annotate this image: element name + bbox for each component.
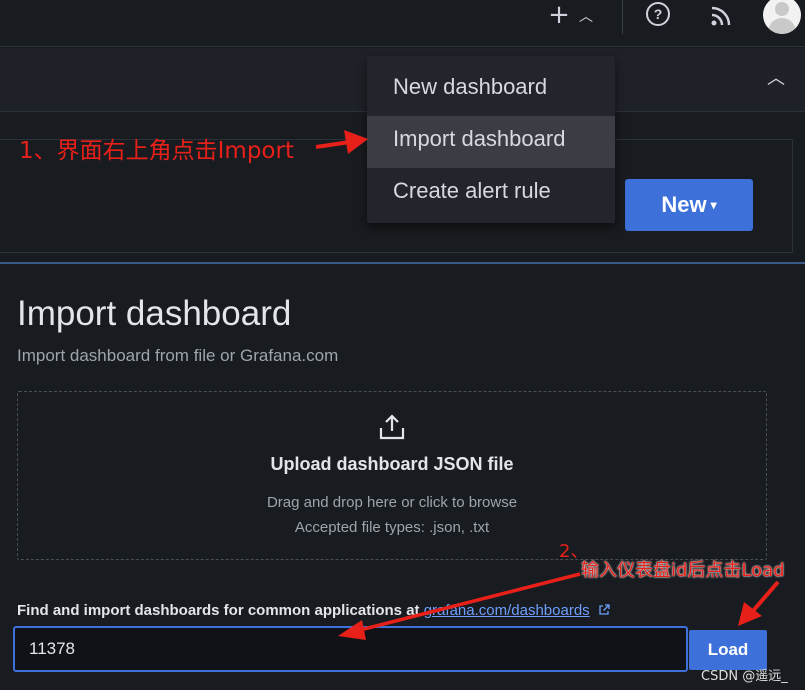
watermark: CSDN @遥远_ bbox=[701, 669, 788, 684]
chevron-down-icon: ▾ bbox=[710, 198, 717, 212]
dashboard-id-input[interactable] bbox=[13, 626, 688, 672]
grafana-dashboards-link[interactable]: grafana.com/dashboards bbox=[424, 602, 590, 619]
chevron-up-icon[interactable]: ︿ bbox=[579, 6, 593, 26]
divider bbox=[622, 0, 623, 34]
external-link-icon bbox=[599, 604, 610, 615]
plus-icon[interactable]: + bbox=[546, 2, 572, 28]
find-dashboards-label: Find and import dashboards for common ap… bbox=[17, 602, 610, 619]
annotation-step2-text: 输入仪表盘id后点击Load bbox=[581, 560, 785, 581]
annotation-step1: 1、界面右上角点击Import bbox=[19, 138, 294, 164]
arrow-to-load bbox=[738, 580, 780, 626]
rss-icon[interactable] bbox=[709, 4, 733, 28]
menu-item-import-dashboard[interactable]: Import dashboard bbox=[367, 116, 615, 168]
upload-icon bbox=[379, 414, 405, 440]
load-button[interactable]: Load bbox=[689, 630, 767, 670]
upload-file-types: Accepted file types: .json, .txt bbox=[294, 519, 490, 536]
collapse-chevron-icon[interactable]: ︿ bbox=[767, 64, 785, 90]
avatar-body bbox=[768, 18, 796, 34]
new-button[interactable]: New ▾ bbox=[625, 179, 753, 231]
find-label-text: Find and import dashboards for common ap… bbox=[17, 602, 420, 619]
new-dropdown-menu: New dashboard Import dashboard Create al… bbox=[367, 56, 615, 223]
new-button-label: New bbox=[661, 192, 707, 217]
help-icon[interactable]: ? bbox=[646, 2, 670, 26]
avatar[interactable] bbox=[763, 0, 801, 34]
content-divider bbox=[0, 262, 805, 264]
menu-item-new-dashboard[interactable]: New dashboard bbox=[367, 64, 615, 116]
menu-item-create-alert-rule[interactable]: Create alert rule bbox=[367, 168, 615, 220]
top-bar: + ︿ ? bbox=[0, 0, 805, 47]
upload-title: Upload dashboard JSON file bbox=[270, 454, 514, 474]
upload-hint: Drag and drop here or click to browse bbox=[266, 494, 518, 511]
avatar-head bbox=[775, 2, 789, 16]
page-subtitle: Import dashboard from file or Grafana.co… bbox=[17, 346, 339, 365]
page-title: Import dashboard bbox=[17, 294, 292, 333]
